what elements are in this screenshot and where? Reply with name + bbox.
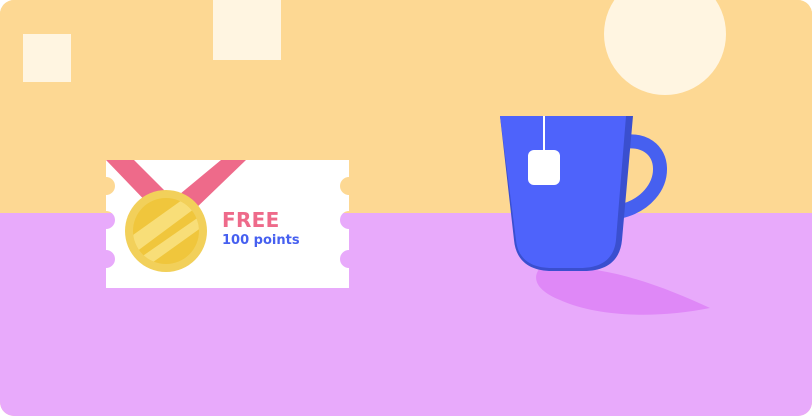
tea-mug-icon xyxy=(500,116,667,271)
tea-bag-icon xyxy=(528,150,560,185)
illustration-scene: FREE 100 points xyxy=(0,0,812,416)
